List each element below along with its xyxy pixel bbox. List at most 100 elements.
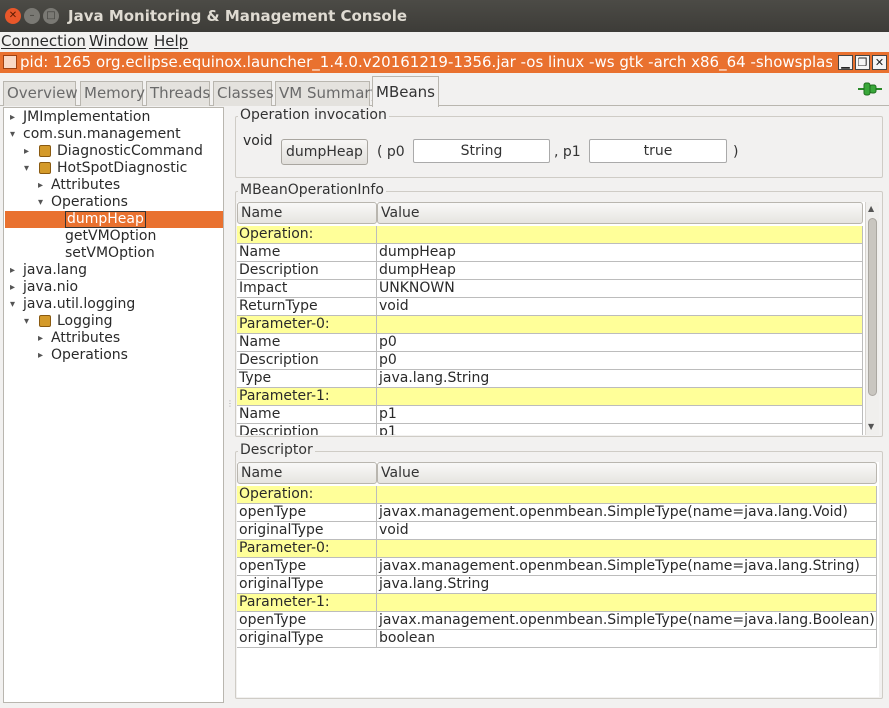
scrollbar-thumb[interactable]: [868, 218, 877, 396]
column-header-value[interactable]: Value: [377, 462, 877, 484]
cell-name: Description: [237, 262, 377, 280]
cell-value: [377, 388, 863, 406]
dumpheap-invoke-button[interactable]: dumpHeap: [281, 139, 368, 165]
cell-name: openType: [237, 558, 377, 576]
cell-value: [377, 594, 877, 612]
mbean-icon: [39, 145, 51, 157]
column-header-name[interactable]: Name: [237, 202, 377, 224]
cell-value: p0: [377, 352, 863, 370]
cell-name: Parameter-0:: [237, 540, 377, 558]
expanded-arrow-icon[interactable]: ▾: [24, 160, 29, 177]
collapsed-arrow-icon[interactable]: ▸: [38, 347, 43, 364]
menu-help[interactable]: Help: [154, 32, 188, 50]
cell-name: Description: [237, 424, 377, 435]
cell-value: boolean: [377, 630, 877, 648]
cell-name: openType: [237, 612, 377, 630]
mbean-detail-panel: void dumpHeap ( p0 String , p1 true ) Op…: [232, 107, 887, 703]
title-bar: ✕ – □ Java Monitoring & Management Conso…: [0, 0, 889, 32]
tree-node-label: DiagnosticCommand: [57, 143, 203, 159]
expanded-arrow-icon[interactable]: ▾: [10, 126, 15, 143]
cell-value: p1: [377, 406, 863, 424]
collapsed-arrow-icon[interactable]: ▸: [38, 177, 43, 194]
param-separator: , p1: [554, 144, 581, 160]
tree-node-label: Logging: [57, 313, 113, 329]
operation-invocation-title: Operation invocation: [238, 107, 389, 123]
frame-title: pid: 1265 org.eclipse.equinox.launcher_1…: [20, 53, 832, 71]
operation-info-title: MBeanOperationInfo: [238, 182, 386, 198]
close-window-button[interactable]: ✕: [5, 8, 21, 24]
collapsed-arrow-icon[interactable]: ▸: [10, 109, 15, 126]
cell-name: Operation:: [237, 226, 377, 244]
cell-name: Name: [237, 334, 377, 352]
cell-name: Operation:: [237, 486, 377, 504]
tab-vm-summary[interactable]: VM Summary: [275, 81, 379, 106]
frame-close-button[interactable]: ✕: [872, 55, 887, 70]
tree-node-label: HotSpotDiagnostic: [57, 160, 188, 176]
cell-value: [377, 486, 877, 504]
tree-node-label: Operations: [51, 347, 128, 363]
tab-overview[interactable]: Overview: [3, 81, 78, 106]
tab-mbeans[interactable]: MBeans: [372, 76, 439, 107]
cell-name: Description: [237, 352, 377, 370]
collapsed-arrow-icon[interactable]: ▸: [24, 143, 29, 160]
cell-name: originalType: [237, 576, 377, 594]
tree-node-label: java.nio: [23, 279, 79, 295]
cell-value: dumpHeap: [377, 244, 863, 262]
cell-name: originalType: [237, 630, 377, 648]
cell-name: Name: [237, 406, 377, 424]
mbean-tree: ▸ JMImplementation ▾ com.sun.management …: [3, 107, 224, 703]
cell-value: [377, 540, 877, 558]
p0-input[interactable]: String: [413, 139, 550, 163]
cell-value: java.lang.String: [377, 370, 863, 388]
menu-window[interactable]: Window: [89, 32, 148, 50]
descriptor-table: Name Value Operation: openType javax.manag…: [237, 462, 879, 697]
mbean-icon: [39, 315, 51, 327]
column-header-value[interactable]: Value: [377, 202, 863, 224]
frame-icon: [3, 55, 17, 69]
menu-connection[interactable]: Connection: [1, 32, 86, 50]
return-type-label: void: [243, 133, 273, 149]
tree-node-label: java.util.logging: [23, 296, 136, 312]
collapsed-arrow-icon[interactable]: ▸: [10, 262, 15, 279]
tree-node-label: com.sun.management: [23, 126, 181, 142]
tree-node-getvmoption[interactable]: getVMOption: [65, 228, 156, 245]
cell-value: java.lang.String: [377, 576, 877, 594]
frame-restore-button[interactable]: ❐: [855, 55, 870, 70]
cell-name: Impact: [237, 280, 377, 298]
cell-value: javax.management.openmbean.SimpleType(na…: [377, 504, 877, 522]
expanded-arrow-icon[interactable]: ▾: [10, 296, 15, 313]
cell-value: p1: [377, 424, 863, 435]
cell-value: [377, 226, 863, 244]
cell-name: originalType: [237, 522, 377, 540]
expanded-arrow-icon[interactable]: ▾: [38, 194, 43, 211]
frame-minimize-button[interactable]: ▁: [838, 55, 853, 70]
menu-bar: Connection Window Help: [0, 32, 889, 52]
window-title: Java Monitoring & Management Console: [68, 7, 408, 25]
cell-name: Parameter-0:: [237, 316, 377, 334]
minimize-window-button[interactable]: –: [24, 8, 40, 24]
tree-node-dumpheap[interactable]: dumpHeap: [65, 211, 146, 228]
p1-input[interactable]: true: [589, 139, 727, 163]
internal-frame-bar: pid: 1265 org.eclipse.equinox.launcher_1…: [0, 52, 889, 73]
tree-node-label: java.lang: [23, 262, 88, 278]
scroll-down-icon[interactable]: ▼: [868, 422, 874, 431]
cell-name: ReturnType: [237, 298, 377, 316]
tree-node-setvmoption[interactable]: setVMOption: [65, 245, 155, 262]
tab-threads[interactable]: Threads: [146, 81, 210, 106]
tab-memory[interactable]: Memory: [80, 81, 145, 106]
scroll-up-icon[interactable]: ▲: [868, 204, 874, 213]
expanded-arrow-icon[interactable]: ▾: [24, 313, 29, 330]
mbean-icon: [39, 162, 51, 174]
collapsed-arrow-icon[interactable]: ▸: [10, 279, 15, 296]
collapsed-arrow-icon[interactable]: ▸: [38, 330, 43, 347]
operation-info-scrollbar[interactable]: ▲ ▼: [865, 202, 879, 435]
param-open-paren: ( p0: [377, 144, 405, 160]
maximize-window-button[interactable]: □: [43, 8, 59, 24]
cell-value: dumpHeap: [377, 262, 863, 280]
tab-classes[interactable]: Classes: [213, 81, 274, 106]
cell-value: [377, 316, 863, 334]
column-header-name[interactable]: Name: [237, 462, 377, 484]
operation-invocation-group: void dumpHeap ( p0 String , p1 true ): [235, 116, 883, 178]
tab-bar: Overview Memory Threads Classes VM Summa…: [0, 73, 889, 107]
tree-node-label: JMImplementation: [23, 109, 151, 125]
